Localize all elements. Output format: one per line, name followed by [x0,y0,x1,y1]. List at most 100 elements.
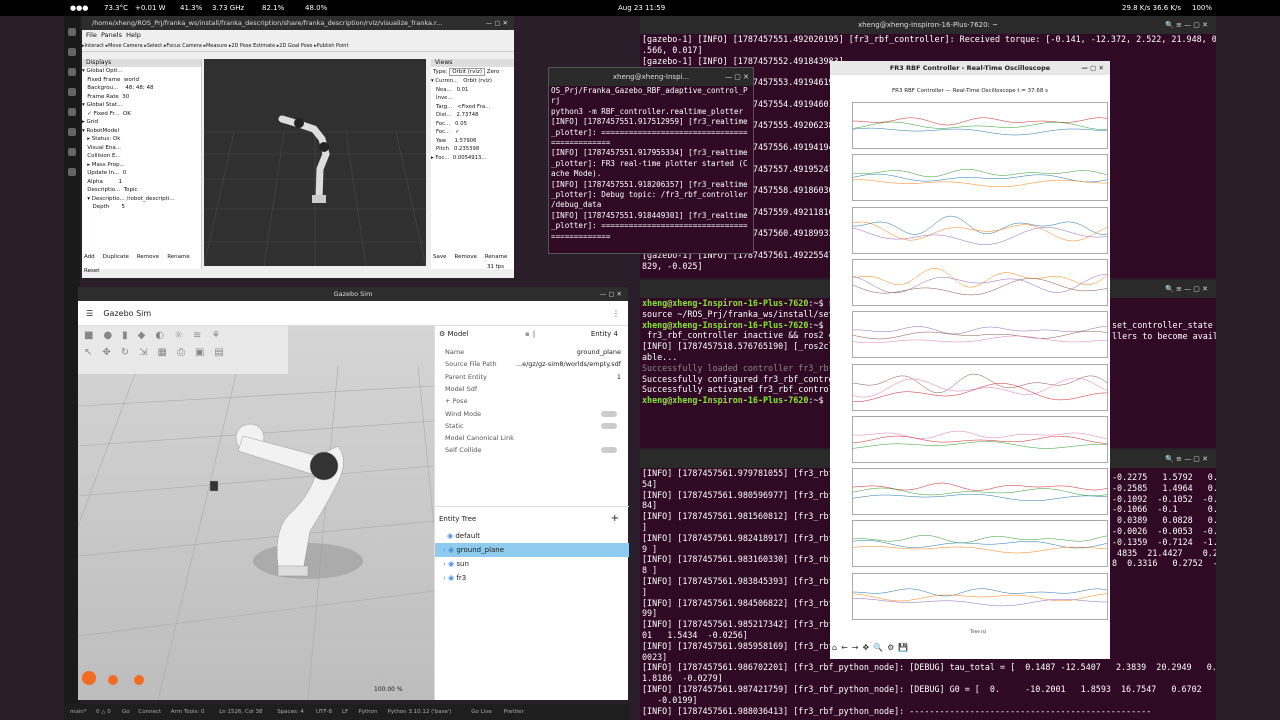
entity-name: fr3 [456,574,467,582]
rviz-window[interactable]: /home/xheng/ROS_Prj/franka_ws/install/fr… [82,16,514,278]
status-item[interactable]: Go [122,709,130,715]
status-item[interactable]: Spaces: 4 [277,709,304,715]
panel-button[interactable]: Add [84,254,95,260]
real-time-factor: 100.00 % [374,686,403,693]
add-entity-icon[interactable]: + [611,509,619,529]
display-tree-item: Depth 5 [82,204,125,210]
plot-toolbar-icon[interactable]: ⌂ [832,643,837,652]
reset-sim-button[interactable] [134,675,145,685]
displays-tree[interactable]: ▾ Global Opti... Fixed Frame world Backg… [82,67,201,212]
terminal-line: ============= [551,138,611,148]
gazebo-3d-scene[interactable]: ■●▮◆◐☼≋⚘ ↖✥↻⇲▦⎙▣▤ 100.00 % [77,326,435,701]
display-tree-item: Update In... 0 [82,170,127,176]
transform-tools[interactable]: ↖✥↻⇲▦⎙▣▤ [78,345,288,360]
menu-file[interactable]: File [86,31,97,39]
rviz-tool-button[interactable]: ▸Move Camera [106,43,145,49]
views-properties[interactable]: ▾ Curren... Orbit (rviz) Nea... 0.01 Inv… [431,77,514,162]
docker-icon[interactable] [68,168,76,176]
terminal-title: xheng@xheng-Inspi... [612,73,690,81]
plotter-terminal[interactable]: xheng@xheng-Inspi... — ▢ ✕ OS_Prj/Franka… [548,67,754,254]
signal-trace [853,127,1107,136]
entity-icon: › ◉ [443,560,457,568]
toggle-switch[interactable] [601,422,617,429]
menu-help[interactable]: Help [126,31,141,39]
testing-icon[interactable] [68,148,76,156]
terminal-line: _plotter]: Debug topic: /fr3_rbf_control… [551,190,748,200]
status-item[interactable]: Python 3.10.12 ('base') [388,709,452,715]
oscilloscope-window[interactable]: FR3 RBF Controller - Real-Time Oscillosc… [830,61,1110,659]
window-controls[interactable]: 🔍 ≡ — ▢ ✕ [1165,450,1208,468]
status-item[interactable]: main* [70,709,87,715]
plot-toolbar-icon[interactable]: 🔍 [873,643,883,652]
activities-icon[interactable]: ●●● [70,4,88,12]
window-controls[interactable]: — ▢ ✕ [725,68,749,86]
rviz-tool-button[interactable]: ▸Measure [203,43,228,49]
status-item[interactable]: Arm Tools: 0 [171,709,205,715]
plot-toolbar-icon[interactable]: ⚙ [887,643,894,652]
remote-icon[interactable] [68,128,76,136]
entity-tree-item[interactable]: › ◉ ground_plane [435,543,629,557]
status-item[interactable]: 0 △ 0 [96,709,111,715]
files-icon[interactable] [68,28,76,36]
lock-pause-icon[interactable]: ▪ ‖ [525,326,535,342]
views-zero-button[interactable]: Zero [487,69,500,75]
plot-toolbar-icon[interactable]: → [852,643,859,652]
git-icon[interactable] [68,68,76,76]
window-controls[interactable]: — ▢ ✕ [1081,61,1104,75]
plot-toolbar-icon[interactable]: ← [841,643,848,652]
terminal-line: .566, 0.017] [642,44,703,55]
panel-button[interactable]: Save [433,254,447,260]
entity-tree-item[interactable]: › ◉ fr3 [435,571,629,585]
hamburger-menu-icon[interactable]: ☰ [86,309,93,318]
panel-button[interactable]: Duplicate [103,254,129,260]
matplotlib-toolbar: ⌂ ← → ✥ 🔍 ⚙ 💾 [832,643,1108,657]
display-tree-item: ▾ Global Stat... [82,102,123,108]
terminal-line: Yaw 1.57906 [431,137,477,144]
rviz-tool-button[interactable]: ▸Focus Camera [164,43,204,49]
rviz-tool-button[interactable]: ▸Publish Point [314,43,348,49]
panel-button[interactable]: Remove [137,254,159,260]
status-item[interactable]: Connect [138,709,161,715]
views-type-label: Type: [433,69,448,75]
window-controls[interactable]: 🔍 ≡ — ▢ ✕ [1165,16,1208,34]
status-item[interactable]: UTF-8 [316,709,332,715]
panel-button[interactable]: Rename [485,254,508,260]
reset-button[interactable]: Reset [84,268,99,274]
gazebo-window[interactable]: Gazebo Sim — ▢ ✕ ☰ Gazebo Sim ⋮ ■●▮◆◐☼≋⚘… [77,287,629,701]
status-item[interactable]: Python [358,709,377,715]
entity-tree-item[interactable]: › ◉ sun [435,557,629,571]
search-icon[interactable] [68,48,76,56]
clock[interactable]: Aug 23 11:59 [618,4,665,12]
rviz-tool-button[interactable]: ▸2D Pose Estimate [229,43,277,49]
window-controls[interactable]: — ▢ ✕ [600,287,622,301]
step-button[interactable] [108,675,119,685]
window-controls[interactable]: 🔍 ≡ — ▢ ✕ [1165,280,1208,298]
battery-reading[interactable]: 100% [1192,4,1212,12]
window-controls[interactable]: — ▢ ✕ [486,16,508,30]
status-item[interactable]: LF [342,709,348,715]
panel-button[interactable]: Remove [455,254,477,260]
property-value: 1 [616,372,621,381]
toggle-switch[interactable] [601,410,617,417]
views-type-select[interactable]: Orbit (rviz) [449,68,485,76]
status-item[interactable]: Go Live [471,709,492,715]
shape-tools[interactable]: ■●▮◆◐☼≋⚘ [78,326,288,345]
rviz-tool-button[interactable]: ▸Select [144,43,164,49]
status-item[interactable]: Ln 1526, Col 38 [219,709,262,715]
plot-toolbar-icon[interactable]: 💾 [898,643,908,652]
status-item[interactable]: Prettier [504,709,524,715]
panel-button[interactable]: Rename [167,254,190,260]
rviz-3d-viewport[interactable] [203,59,427,267]
menu-panels[interactable]: Panels [101,31,122,39]
kebab-menu-icon[interactable]: ⋮ [612,301,620,326]
property-key: Model Canonical Link [445,434,514,443]
pause-button[interactable] [82,671,96,685]
terminal-line: [INFO] [1787457551.917512959] [fr3_realt… [551,117,748,127]
toggle-switch[interactable] [601,447,617,454]
rviz-tool-button[interactable]: ▸Interact [82,43,106,49]
entity-tree-item[interactable]: ◉ default [435,529,629,543]
extensions-icon[interactable] [68,108,76,116]
debug-icon[interactable] [68,88,76,96]
plot-toolbar-icon[interactable]: ✥ [862,643,869,652]
rviz-tool-button[interactable]: ▸2D Goal Pose [277,43,314,49]
